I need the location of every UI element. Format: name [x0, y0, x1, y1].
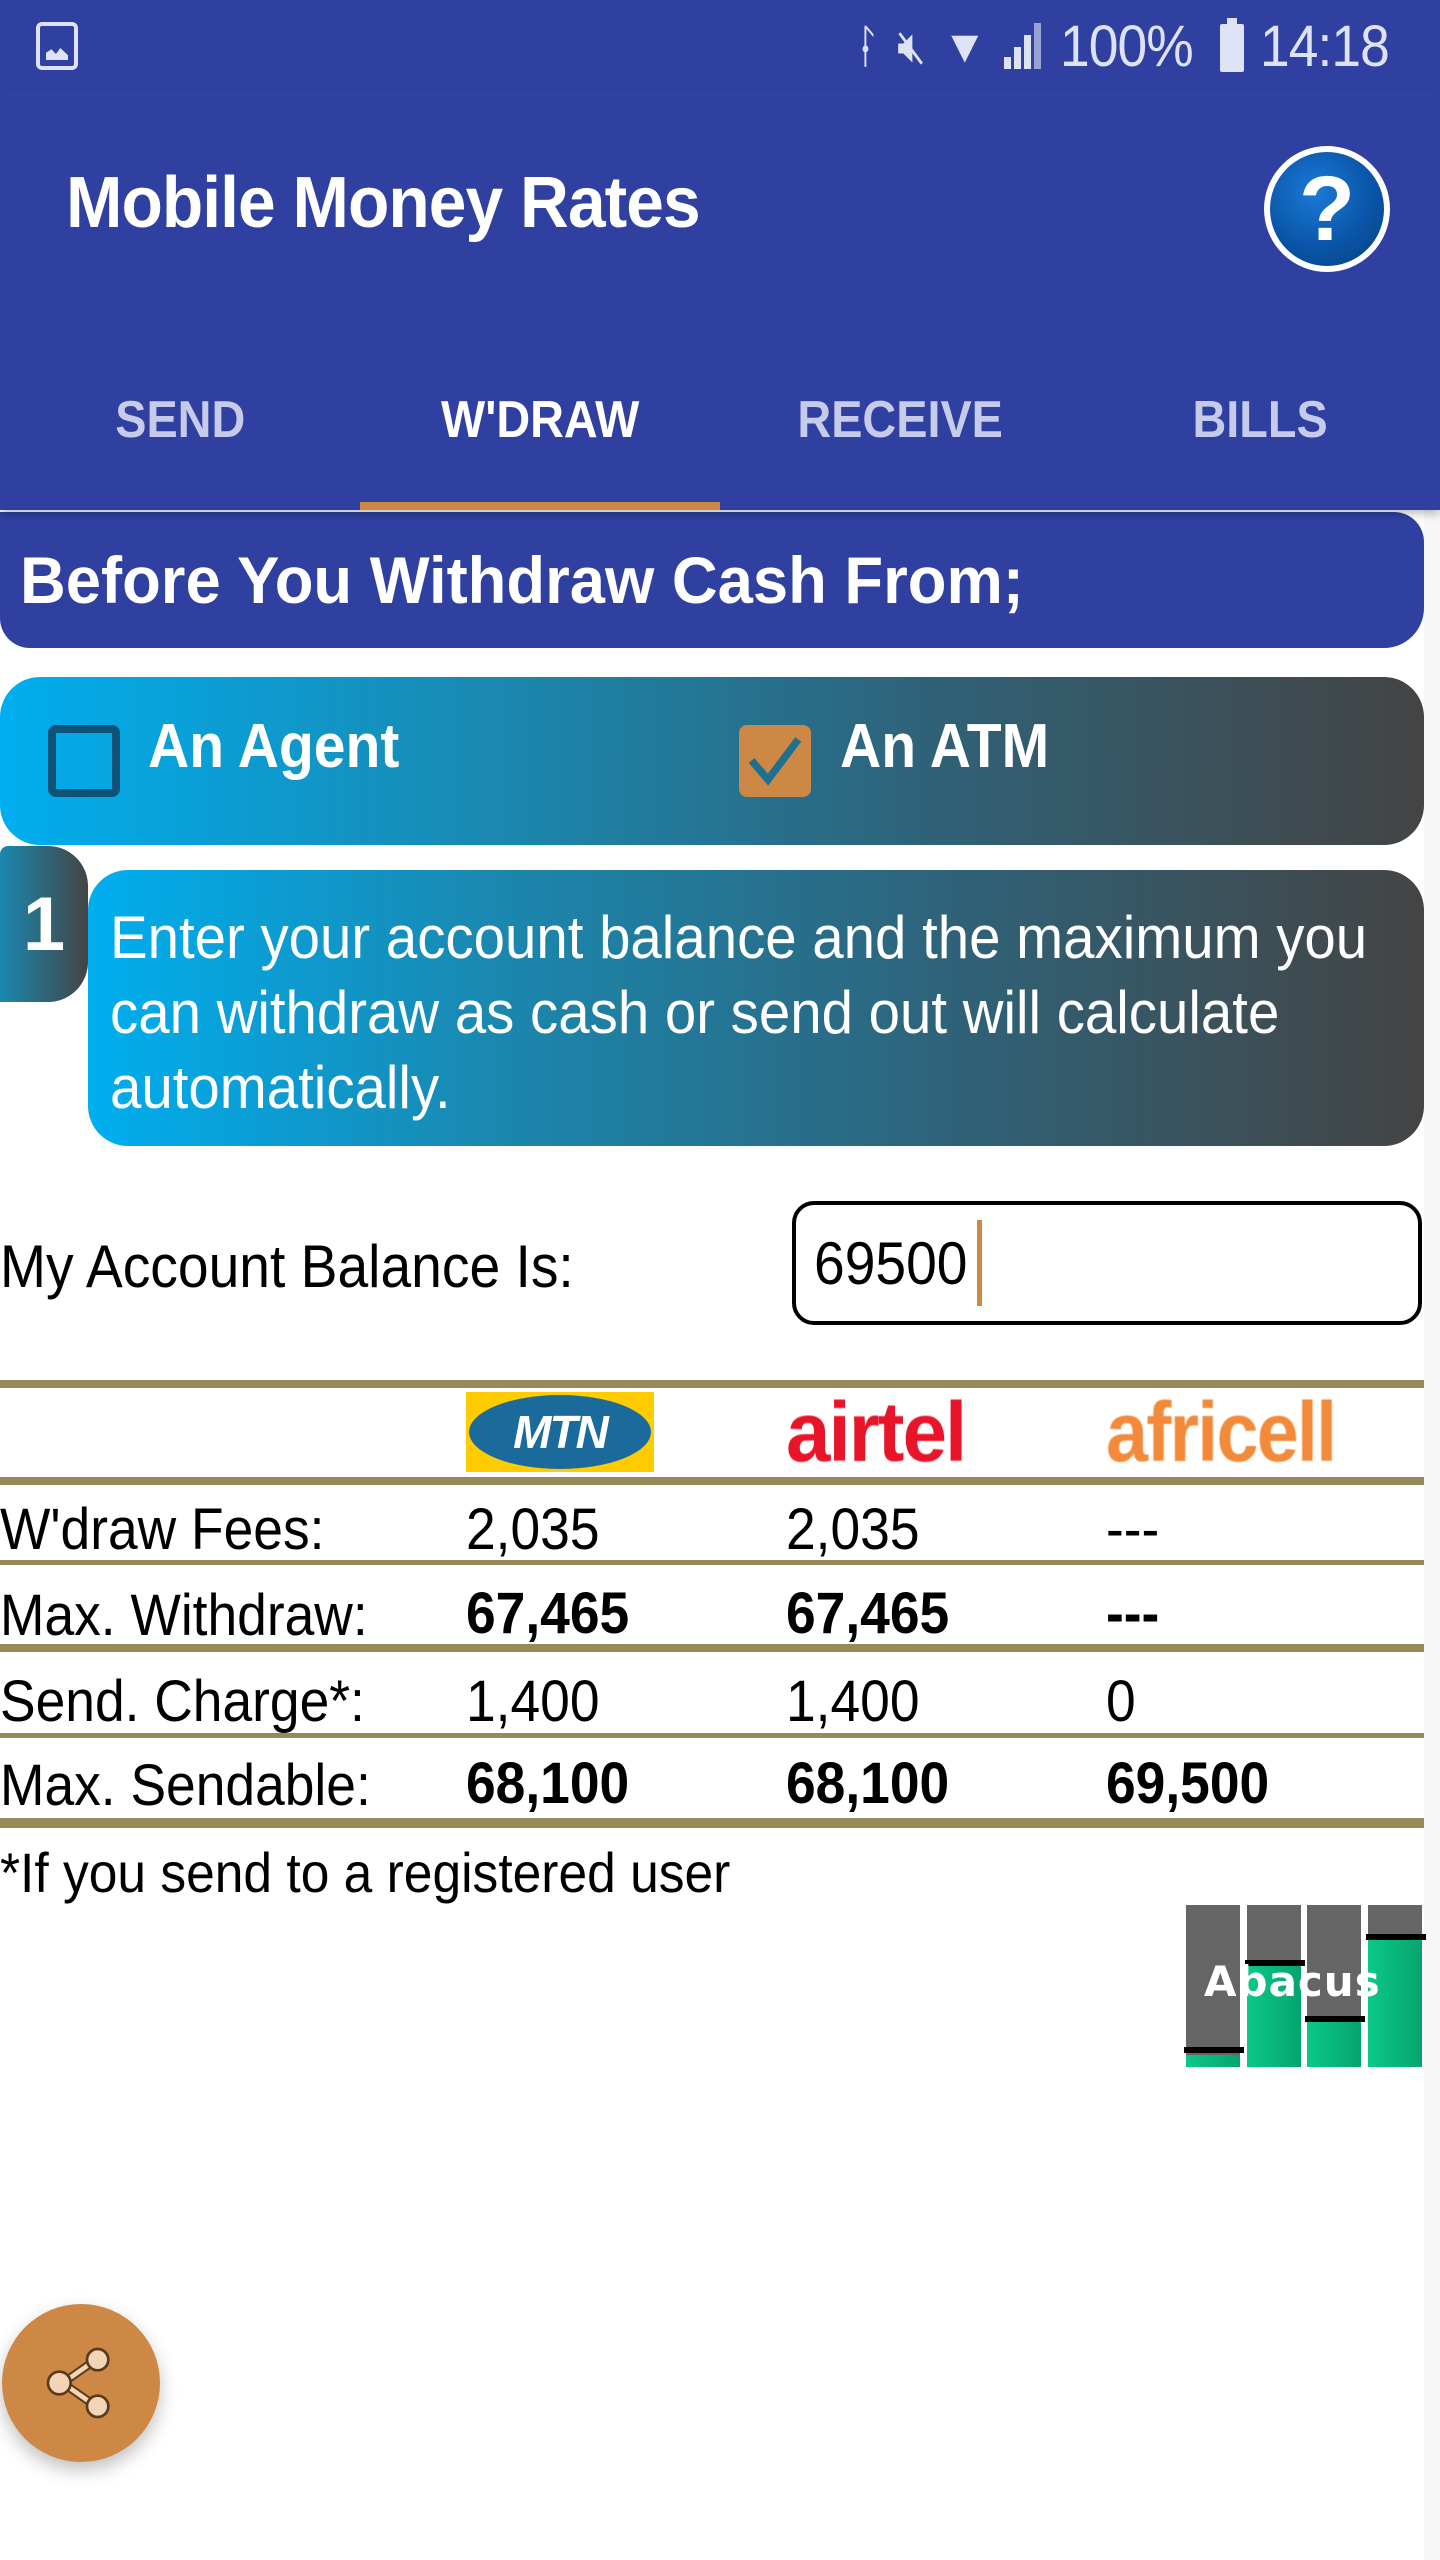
agent-label[interactable]: An Agent [148, 711, 399, 782]
share-icon [46, 2347, 110, 2419]
africell-value: 0 [1106, 1669, 1136, 1734]
step-number: 1 [22, 881, 66, 967]
mtn-value: 67,465 [466, 1581, 630, 1646]
table-rule [0, 1733, 1424, 1738]
mtn-value: 1,400 [466, 1669, 600, 1734]
tab-send[interactable]: SEND [0, 360, 360, 510]
section-banner: Before You Withdraw Cash From; [0, 512, 1424, 648]
airtel-value: 1,400 [786, 1669, 920, 1734]
status-bar: ᛛ 🔇︎ ▼ 100% 14:18 [0, 0, 1440, 90]
atm-label[interactable]: An ATM [840, 711, 1049, 782]
tab-label: RECEIVE [797, 391, 1003, 449]
mtn-value: 2,035 [466, 1497, 600, 1562]
table-rule [0, 1477, 1424, 1485]
tab-label: W'DRAW [440, 391, 640, 449]
mute-icon: 🔇︎ [896, 20, 926, 72]
clock: 14:18 [1259, 13, 1390, 79]
africell-value: --- [1106, 1497, 1160, 1562]
help-button[interactable]: ? [1264, 146, 1390, 272]
atm-checkbox[interactable] [739, 725, 811, 797]
table-rule [0, 1644, 1424, 1652]
row-label: Send. Charge*: [0, 1669, 365, 1734]
status-icons: ᛛ 🔇︎ ▼ 100% 14:18 [853, 13, 1400, 79]
battery-icon [1219, 18, 1244, 72]
abacus-bead [1305, 2016, 1365, 2022]
wifi-icon: ▼ [941, 20, 988, 72]
africell-value: --- [1106, 1581, 1160, 1646]
table-rule [0, 1560, 1424, 1565]
abacus-brand-text: Abacus [1204, 1957, 1381, 2006]
app-bar: Mobile Money Rates ? SEND W'DRAW RECEIVE… [0, 90, 1440, 510]
mtn-logo: MTN [466, 1392, 654, 1472]
scroll-edge [1424, 510, 1440, 2560]
battery-percent: 100% [1059, 13, 1194, 79]
abacus-bead [1366, 1934, 1426, 1940]
tab-bar: SEND W'DRAW RECEIVE BILLS [0, 360, 1440, 510]
row-label: W'draw Fees: [0, 1497, 325, 1562]
balance-input[interactable]: 69500 [792, 1201, 1422, 1325]
bluetooth-icon: ᛛ [853, 20, 881, 72]
airtel-logo: airtel [786, 1385, 967, 1479]
africell-logo: africell [1106, 1385, 1337, 1479]
banner-text: Before You Withdraw Cash From; [20, 543, 1024, 617]
tab-bills[interactable]: BILLS [1080, 360, 1440, 510]
tab-label: BILLS [1192, 391, 1328, 449]
active-tab-indicator [360, 502, 720, 510]
row-label: Max. Sendable: [0, 1753, 371, 1818]
signal-icon [1003, 23, 1044, 69]
table-rule [0, 1818, 1424, 1828]
airtel-value: 2,035 [786, 1497, 920, 1562]
app-title: Mobile Money Rates [66, 163, 701, 243]
instruction-text: Enter your account balance and the maxim… [110, 904, 1368, 1121]
abacus-bead [1184, 2047, 1244, 2053]
tab-withdraw[interactable]: W'DRAW [360, 360, 720, 510]
footnote: *If you send to a registered user [0, 1841, 731, 1904]
text-cursor [976, 1220, 982, 1306]
africell-value: 69,500 [1106, 1751, 1270, 1816]
tab-label: SEND [114, 391, 246, 449]
gallery-icon [36, 22, 78, 70]
balance-label: My Account Balance Is: [0, 1233, 574, 1300]
help-icon: ? [1298, 157, 1356, 260]
balance-value: 69500 [814, 1229, 968, 1297]
mtn-logo-mark: MTN [469, 1395, 651, 1469]
airtel-value: 68,100 [786, 1751, 950, 1816]
abacus-logo: Abacus [1184, 1905, 1426, 2067]
tab-receive[interactable]: RECEIVE [720, 360, 1080, 510]
instruction-card: Enter your account balance and the maxim… [88, 870, 1424, 1146]
checkmark-icon [748, 737, 802, 786]
agent-checkbox[interactable] [48, 725, 120, 797]
airtel-value: 67,465 [786, 1581, 950, 1646]
share-button[interactable] [2, 2304, 160, 2462]
withdraw-source-options: An Agent An ATM [0, 677, 1424, 845]
row-label: Max. Withdraw: [0, 1583, 368, 1648]
step-number-badge: 1 [0, 846, 88, 1002]
mtn-value: 68,100 [466, 1751, 630, 1816]
